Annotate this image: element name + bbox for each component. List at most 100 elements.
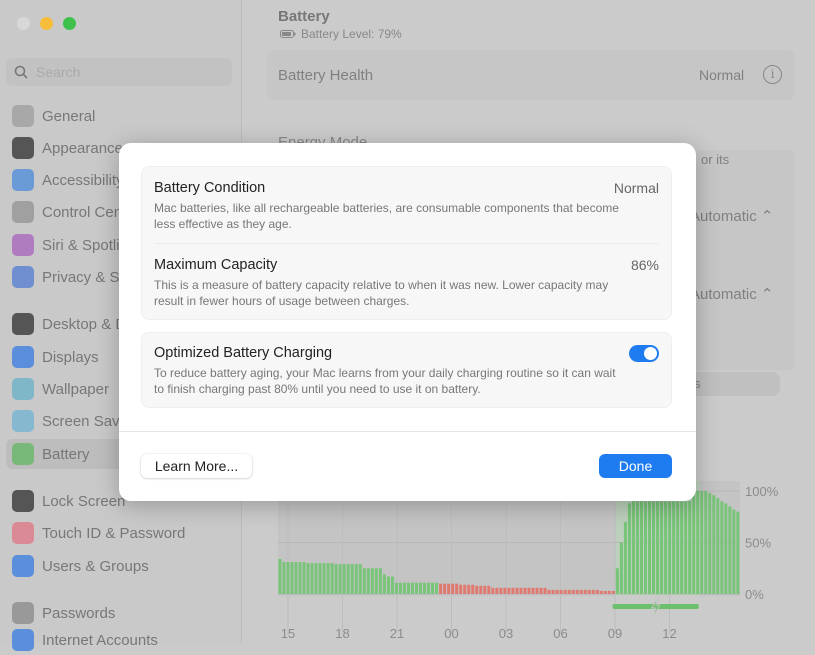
- battery-bar: [611, 590, 615, 594]
- optimized-charging-group: Optimized Battery Charging To reduce bat…: [141, 332, 672, 408]
- battery-bar: [668, 501, 672, 594]
- battery-bar: [394, 582, 398, 594]
- battery-bar: [495, 587, 499, 594]
- sidebar-item-label: Battery: [42, 445, 90, 463]
- appearance-icon: [12, 137, 34, 159]
- partial-text: or its: [701, 152, 730, 167]
- battery-bar: [652, 501, 656, 594]
- battery-bar: [314, 563, 318, 594]
- battery-bar: [631, 501, 635, 594]
- gear-icon: [12, 105, 34, 127]
- battery-bar: [583, 589, 587, 594]
- battery-health-dialog: Battery Condition Mac batteries, like al…: [119, 143, 696, 501]
- energy-mode-select-1[interactable]: Automatic ⌃: [690, 207, 773, 225]
- battery-bar: [672, 501, 676, 594]
- optimized-charging-title: Optimized Battery Charging: [154, 345, 333, 361]
- battery-bar: [290, 562, 294, 594]
- at-icon: [12, 629, 34, 651]
- battery-health-label: Battery Health: [278, 67, 374, 84]
- battery-info-group: Battery Condition Mac batteries, like al…: [141, 166, 672, 320]
- sidebar-item-internet-accounts[interactable]: Internet Accounts: [6, 625, 236, 655]
- battery-bar: [728, 506, 732, 594]
- x-tick-label: 06: [553, 626, 567, 641]
- battery-bar: [547, 589, 551, 594]
- battery-bar: [579, 589, 583, 594]
- battery-bar: [451, 583, 455, 594]
- battery-bar: [543, 587, 547, 594]
- battery-bar: [656, 501, 660, 594]
- x-tick-label: 15: [281, 626, 295, 641]
- y-tick-label: 100%: [745, 484, 779, 499]
- battery-bar: [619, 542, 623, 594]
- battery-bar: [447, 583, 451, 594]
- learn-more-button[interactable]: Learn More...: [141, 454, 252, 478]
- sidebar-item-general[interactable]: General: [6, 101, 236, 131]
- battery-bar: [326, 563, 330, 594]
- minimize-window-button[interactable]: [40, 17, 53, 30]
- zoom-window-button[interactable]: [63, 17, 76, 30]
- battery-bar: [334, 564, 338, 594]
- battery-bar: [559, 589, 563, 594]
- users-icon: [12, 555, 34, 577]
- x-tick-label: 00: [444, 626, 458, 641]
- battery-bar: [455, 583, 459, 594]
- battery-bar: [439, 583, 443, 594]
- search-input[interactable]: Search: [6, 58, 232, 86]
- done-button[interactable]: Done: [599, 454, 672, 478]
- lightning-bolt-icon: [650, 597, 661, 617]
- sidebar-item-label: Passwords: [42, 604, 116, 622]
- sidebar-item-passwords[interactable]: Passwords: [6, 598, 236, 628]
- sidebar-item-label: Displays: [42, 348, 99, 366]
- sidebar-item-label: General: [42, 107, 96, 125]
- battery-bar: [298, 562, 302, 594]
- battery-bar: [684, 501, 688, 594]
- battery-bar: [724, 503, 728, 594]
- battery-bar: [423, 582, 427, 594]
- close-window-button[interactable]: [17, 17, 30, 30]
- battery-condition-title: Battery Condition: [154, 180, 266, 196]
- flower-icon: [12, 378, 34, 400]
- battery-bar: [603, 590, 607, 594]
- battery-bar: [475, 585, 479, 594]
- battery-condition-description: Mac batteries, like all rechargeable bat…: [154, 201, 619, 231]
- battery-bar: [382, 574, 386, 594]
- battery-bar: [406, 582, 410, 594]
- battery-health-row: Battery Health Normal i: [267, 50, 795, 100]
- battery-bar: [362, 568, 366, 594]
- chevron-updown-icon: ⌃: [760, 286, 774, 303]
- sidebar-item-users-groups[interactable]: Users & Groups: [6, 551, 236, 581]
- battery-bar: [660, 501, 664, 594]
- battery-bar: [507, 587, 511, 594]
- battery-condition-value: Normal: [613, 180, 659, 196]
- battery-bar: [523, 587, 527, 594]
- battery-bar: [696, 491, 700, 594]
- search-placeholder: Search: [36, 64, 81, 80]
- battery-bar: [414, 582, 419, 594]
- battery-health-value: Normal: [699, 67, 745, 83]
- battery-bar: [555, 589, 559, 594]
- battery-bar: [567, 589, 571, 594]
- info-icon[interactable]: i: [763, 65, 782, 84]
- battery-bar: [563, 589, 567, 594]
- battery-bar: [427, 582, 431, 594]
- energy-mode-select-2[interactable]: Automatic ⌃: [690, 285, 773, 303]
- battery-bar: [378, 568, 382, 594]
- battery-bar: [551, 589, 555, 594]
- battery-bar: [539, 587, 543, 594]
- sun-icon: [12, 346, 34, 368]
- sidebar-item-label: Accessibility: [42, 171, 124, 189]
- battery-bar: [310, 563, 314, 594]
- sidebar-item-touch-id-password[interactable]: Touch ID & Password: [6, 518, 236, 548]
- battery-bar: [346, 564, 350, 594]
- battery-bar: [431, 582, 435, 594]
- battery-bar: [511, 587, 515, 594]
- maximum-capacity-value: 86%: [630, 257, 659, 273]
- sidebar-item-label: Users & Groups: [42, 557, 149, 575]
- optimized-charging-toggle[interactable]: [629, 345, 659, 362]
- accessibility-icon: [12, 169, 34, 191]
- page-title: Battery: [278, 8, 330, 25]
- battery-bar: [736, 511, 740, 594]
- sidebar-item-label: Internet Accounts: [42, 631, 158, 649]
- battery-bar: [342, 564, 346, 594]
- battery-bar: [692, 491, 696, 594]
